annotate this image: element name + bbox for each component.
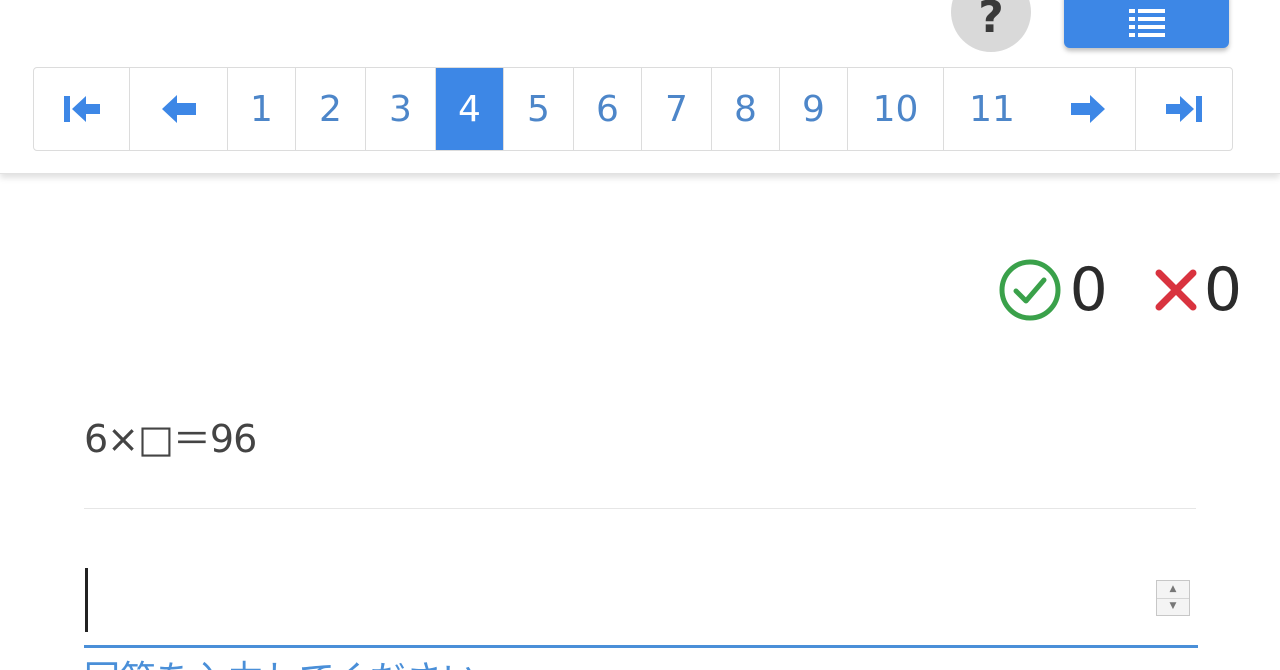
- last-page-button[interactable]: [1136, 68, 1232, 150]
- next-page-button[interactable]: [1040, 68, 1136, 150]
- menu-button[interactable]: [1064, 0, 1229, 48]
- list-icon: [1128, 9, 1165, 37]
- stepper-down-icon[interactable]: ▼: [1157, 599, 1189, 616]
- page-button-1[interactable]: 1: [228, 68, 296, 150]
- score-panel: 0 0: [998, 250, 1242, 330]
- wrong-count: 0: [1203, 255, 1242, 325]
- page-button-7[interactable]: 7: [642, 68, 712, 150]
- arrow-right-icon: [1070, 95, 1105, 123]
- correct-count: 0: [1069, 255, 1108, 325]
- check-circle-icon: [999, 259, 1061, 321]
- answer-hint: 回答を入力してください: [84, 650, 478, 670]
- page-button-4[interactable]: 4: [436, 68, 504, 150]
- answer-field: ▲ ▼: [84, 562, 1198, 648]
- cross-icon: [1155, 269, 1197, 311]
- answer-input[interactable]: [84, 562, 1144, 642]
- first-page-button[interactable]: [34, 68, 130, 150]
- question-text: 6×□＝96: [84, 417, 257, 461]
- stepper-up-icon[interactable]: ▲: [1157, 581, 1189, 599]
- last-page-icon: [1166, 96, 1202, 122]
- page-button-11[interactable]: 11: [944, 68, 1040, 150]
- page-button-8[interactable]: 8: [712, 68, 780, 150]
- prev-page-button[interactable]: [130, 68, 228, 150]
- text-caret: [85, 568, 88, 632]
- help-button[interactable]: ?: [951, 0, 1031, 52]
- arrow-left-icon: [161, 95, 196, 123]
- top-bar: ? 1 2 3 4 5 6 7 8 9 10 11: [0, 0, 1280, 174]
- number-stepper[interactable]: ▲ ▼: [1156, 580, 1190, 616]
- help-icon: ?: [978, 0, 1004, 43]
- divider: [84, 508, 1196, 509]
- pagination: 1 2 3 4 5 6 7 8 9 10 11: [33, 67, 1233, 151]
- page-button-10[interactable]: 10: [848, 68, 944, 150]
- page-button-6[interactable]: 6: [574, 68, 642, 150]
- page-button-5[interactable]: 5: [504, 68, 574, 150]
- page-button-9[interactable]: 9: [780, 68, 848, 150]
- first-page-icon: [63, 96, 100, 122]
- page-button-3[interactable]: 3: [366, 68, 436, 150]
- page-button-2[interactable]: 2: [296, 68, 366, 150]
- page-number-list: 1 2 3 4 5 6 7 8 9 10 11: [228, 68, 1040, 150]
